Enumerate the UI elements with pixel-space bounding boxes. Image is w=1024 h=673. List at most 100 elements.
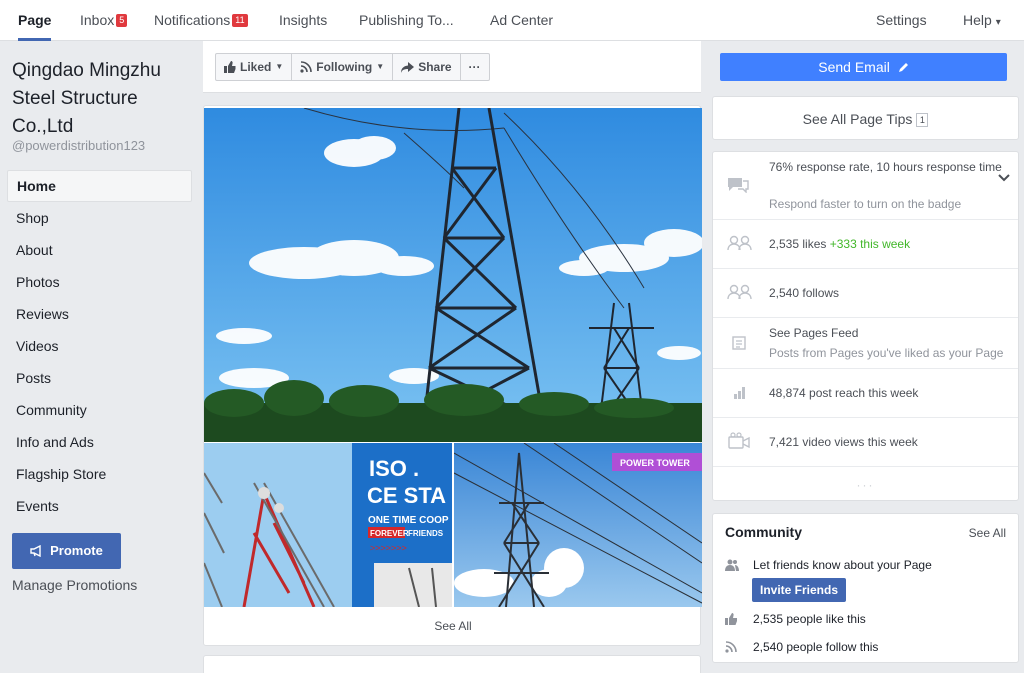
tab-notifications[interactable]: Notifications 11	[154, 0, 248, 41]
invite-friends-button-wrap: Invite Friends	[752, 578, 847, 602]
liked-label: Liked	[240, 60, 272, 74]
settings-label: Settings	[876, 12, 927, 28]
people-like-text: 2,535 people like this	[753, 612, 866, 626]
bar-chart-icon	[727, 384, 753, 404]
follows-text: 2,540 follows	[769, 286, 840, 300]
promote-label: Promote	[50, 543, 103, 558]
tab-publishing-tools-label: Publishing To...	[359, 12, 454, 28]
people-icon	[727, 284, 753, 304]
page-stats-card: 76% response rate, 10 hours response tim…	[712, 151, 1019, 501]
top-navigation: Page Inbox 5 Notifications 11 Insights Pub…	[0, 0, 1024, 41]
promote-button[interactable]: Promote	[12, 533, 121, 569]
chevron-down-icon: ▾	[995, 17, 1001, 28]
sidebar-item-photos[interactable]: Photos	[7, 266, 192, 298]
sidebar-item-events[interactable]: Events	[7, 490, 192, 522]
more-options-button[interactable]: ···	[461, 54, 489, 80]
sidebar-item-shop[interactable]: Shop	[7, 202, 192, 234]
photo-iso-ce-banner[interactable]: ISO . CE STA ONE TIME COOP FOREVER FRIEN…	[204, 443, 452, 607]
more-options-icon: ···	[468, 60, 481, 74]
overlay-friends-text: FRIENDS	[408, 529, 444, 538]
settings-link[interactable]: Settings	[876, 0, 927, 41]
thumbs-up-icon	[725, 613, 739, 625]
overlay-ce-text: CE STA	[367, 483, 446, 508]
invite-friends-button[interactable]: Invite Friends	[752, 578, 847, 602]
send-email-button[interactable]: Send Email	[720, 53, 1007, 81]
page-handle[interactable]: @powerdistribution123	[12, 138, 145, 153]
likes-count: 2,535 likes	[769, 237, 827, 251]
sidebar-item-community[interactable]: Community	[7, 394, 192, 426]
help-menu[interactable]: Help ▾	[963, 0, 1001, 41]
page-tips-card[interactable]: See All Page Tips 1	[712, 96, 1019, 140]
overlay-one-time-text: ONE TIME COOP	[368, 515, 449, 526]
sidebar-item-home[interactable]: Home	[7, 170, 192, 202]
tab-inbox[interactable]: Inbox 5	[80, 0, 128, 41]
overlay-forever-text: FOREVER	[370, 529, 409, 538]
tab-inbox-label: Inbox	[80, 12, 115, 28]
following-label: Following	[316, 60, 373, 74]
following-button[interactable]: Following ▼	[292, 54, 394, 80]
sidebar-item-flagship-store[interactable]: Flagship Store	[7, 458, 192, 490]
see-all-photos-link[interactable]: See All	[204, 619, 702, 633]
message-bubble-icon	[727, 177, 753, 197]
page-actions: Liked ▼ Following ▼ Share ···	[215, 53, 490, 81]
likes-text: 2,535 likes +333 this week	[769, 235, 1014, 253]
rss-icon	[300, 61, 313, 73]
people-icon	[727, 235, 753, 255]
photo-power-tower-banner[interactable]: POWER TOWER	[454, 443, 702, 607]
video-views-row[interactable]: 7,421 video views this week	[713, 418, 1018, 467]
overlay-power-tower-text: POWER TOWER	[620, 458, 690, 468]
sidebar-item-reviews[interactable]: Reviews	[7, 298, 192, 330]
share-button[interactable]: Share	[393, 54, 461, 80]
page-action-bar: Liked ▼ Following ▼ Share ···	[203, 41, 701, 93]
tab-insights[interactable]: Insights	[279, 0, 327, 41]
news-feed-icon	[727, 335, 753, 355]
pencil-icon	[898, 62, 909, 73]
tab-ad-center[interactable]: Ad Center	[490, 0, 553, 41]
sidebar-item-posts[interactable]: Posts	[7, 362, 192, 394]
tab-insights-label: Insights	[279, 12, 328, 28]
caret-down-icon: ▼	[275, 62, 284, 71]
notifications-count-badge: 11	[232, 14, 248, 27]
community-title: Community	[725, 524, 802, 540]
more-stats-dots[interactable]: ···	[713, 478, 1018, 492]
manage-promotions-link[interactable]: Manage Promotions	[12, 577, 137, 593]
tab-notifications-label: Notifications	[154, 12, 231, 28]
chevron-down-icon[interactable]	[998, 174, 1010, 182]
community-see-all-link[interactable]: See All	[969, 526, 1006, 540]
video-camera-icon	[727, 432, 753, 452]
overlay-iso-text: ISO .	[369, 456, 419, 481]
photo-power-tower-main[interactable]	[204, 108, 702, 442]
tips-count-badge: 1	[916, 113, 929, 127]
sidebar-item-info-and-ads[interactable]: Info and Ads	[7, 426, 192, 458]
page-nav-list: Home Shop About Photos Reviews Videos Po…	[7, 170, 192, 522]
inbox-count-badge: 5	[116, 14, 128, 27]
response-rate-sub: Respond faster to turn on the badge	[769, 197, 962, 211]
tab-page[interactable]: Page	[18, 0, 52, 41]
response-rate-row[interactable]: 76% response rate, 10 hours response tim…	[713, 152, 1018, 220]
help-label: Help	[963, 12, 992, 28]
liked-button[interactable]: Liked ▼	[216, 54, 293, 80]
photos-card: ISO . CE STA ONE TIME COOP FOREVER FRIEN…	[203, 105, 702, 646]
likes-row[interactable]: 2,535 likes +333 this week	[713, 220, 1018, 269]
center-column: Liked ▼ Following ▼ Share ··· ISO . CE S…	[203, 41, 702, 673]
see-all-page-tips-link[interactable]: See All Page Tips	[803, 111, 913, 127]
pages-feed-sub: Posts from Pages you've liked as your Pa…	[769, 346, 1004, 360]
tab-ad-center-label: Ad Center	[490, 12, 554, 28]
send-email-label: Send Email	[818, 59, 890, 75]
post-reach-text: 48,874 post reach this week	[769, 386, 919, 400]
page-title[interactable]: Qingdao Mingzhu Steel Structure Co.,Ltd	[12, 57, 192, 141]
rss-icon	[725, 641, 739, 653]
sidebar-item-about[interactable]: About	[7, 234, 192, 266]
tab-publishing-tools[interactable]: Publishing To...	[359, 0, 454, 41]
likes-week-delta: +333 this week	[829, 237, 911, 251]
post-reach-row[interactable]: 48,874 post reach this week	[713, 369, 1018, 418]
sidebar-item-videos[interactable]: Videos	[7, 330, 192, 362]
follows-row[interactable]: 2,540 follows	[713, 269, 1018, 318]
megaphone-icon	[30, 545, 44, 557]
next-section-card	[203, 655, 701, 673]
pages-feed-row[interactable]: See Pages Feed Posts from Pages you've l…	[713, 318, 1018, 369]
right-column: Send Email See All Page Tips 1 76% respon…	[712, 41, 1019, 673]
pages-feed-title[interactable]: See Pages Feed	[769, 324, 1014, 342]
friends-icon	[725, 559, 739, 571]
thumbs-up-icon	[224, 61, 236, 73]
